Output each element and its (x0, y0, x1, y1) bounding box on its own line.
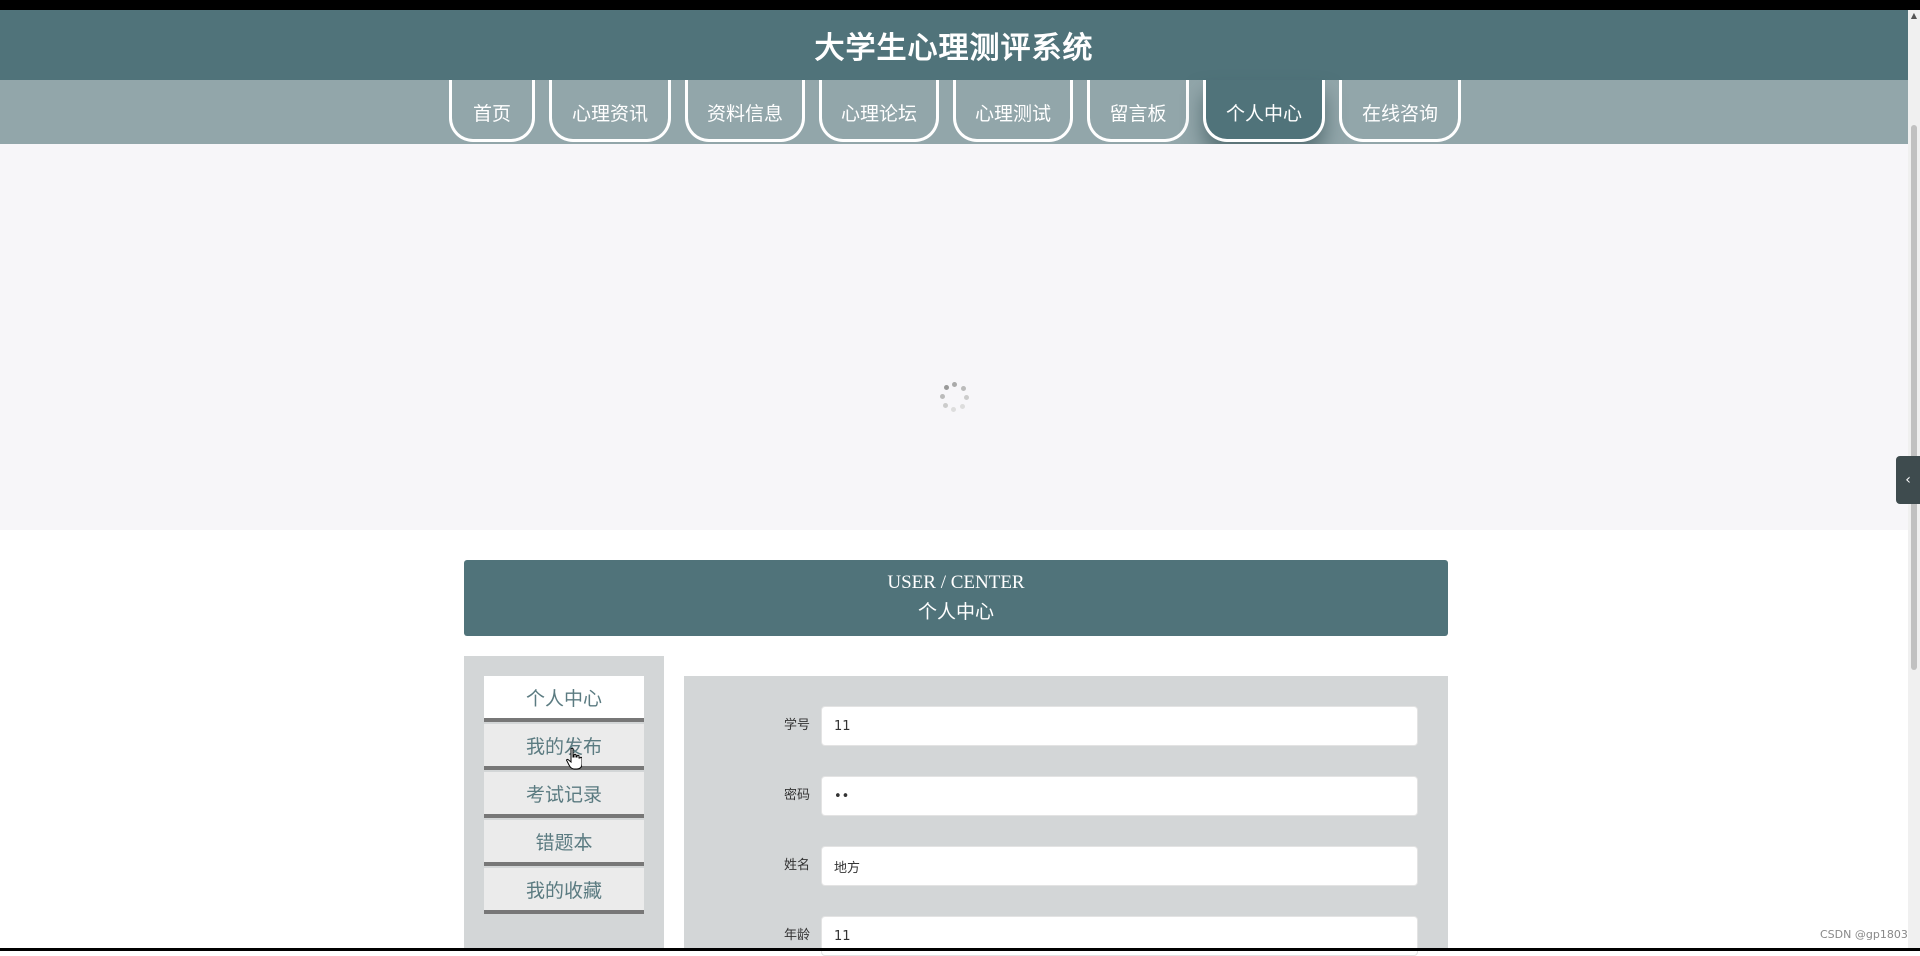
nav-item-materials[interactable]: 资料信息 (685, 80, 805, 142)
nav-item-news[interactable]: 心理资讯 (549, 80, 671, 142)
name-label: 姓名 (783, 858, 810, 873)
name-field[interactable] (821, 846, 1418, 886)
nav-item-messages[interactable]: 留言板 (1087, 80, 1189, 142)
sidebar-item-wrong-questions[interactable]: 错题本 (484, 820, 644, 866)
section-title-zh: 个人中心 (917, 602, 994, 623)
watermark: CSDN @gp1803 (1820, 928, 1908, 941)
nav-item-user-center[interactable]: 个人中心 (1203, 80, 1325, 142)
scrollbar-thumb[interactable] (1911, 125, 1917, 670)
nav-list: 首页 心理资讯 资料信息 心理论坛 心理测试 留言板 个人中心 在线咨询 (449, 80, 1475, 144)
main-nav: 首页 心理资讯 资料信息 心理论坛 心理测试 留言板 个人中心 在线咨询 (0, 80, 1908, 144)
password-field[interactable] (821, 776, 1418, 816)
loading-spinner-icon (940, 382, 970, 412)
user-sidebar: 个人中心 我的发布 考试记录 错题本 我的收藏 (464, 656, 664, 951)
section-title-en: USER / CENTER (887, 572, 1025, 593)
window-top-border (0, 0, 1920, 10)
sidebar-item-user-center[interactable]: 个人中心 (484, 676, 644, 722)
profile-form: 学号 密码 姓名 年龄 (684, 676, 1448, 956)
password-label: 密码 (783, 788, 810, 803)
site-header: 大学生心理测评系统 (0, 10, 1908, 80)
chevron-left-icon: ‹ (1905, 472, 1911, 488)
form-row-password: 密码 (684, 776, 1448, 816)
sidebar-item-favorites[interactable]: 我的收藏 (484, 868, 644, 914)
scroll-up-arrow-icon[interactable]: ▲ (1910, 12, 1918, 20)
sidebar-item-exam-records[interactable]: 考试记录 (484, 772, 644, 818)
nav-item-forum[interactable]: 心理论坛 (819, 80, 939, 142)
side-panel-toggle-button[interactable]: ‹ (1896, 456, 1920, 504)
student-id-field[interactable] (821, 706, 1418, 746)
form-row-student-id: 学号 (684, 706, 1448, 746)
student-id-label: 学号 (783, 718, 810, 733)
form-row-name: 姓名 (684, 846, 1448, 886)
site-title: 大学生心理测评系统 (814, 31, 1094, 66)
section-header: USER / CENTER 个人中心 (464, 560, 1448, 636)
nav-item-consult[interactable]: 在线咨询 (1339, 80, 1461, 142)
nav-item-home[interactable]: 首页 (449, 80, 535, 142)
sidebar-item-my-posts[interactable]: 我的发布 (484, 724, 644, 770)
nav-item-test[interactable]: 心理测试 (953, 80, 1073, 142)
banner-area (0, 144, 1908, 530)
hand-pointer-cursor-icon (566, 748, 582, 770)
